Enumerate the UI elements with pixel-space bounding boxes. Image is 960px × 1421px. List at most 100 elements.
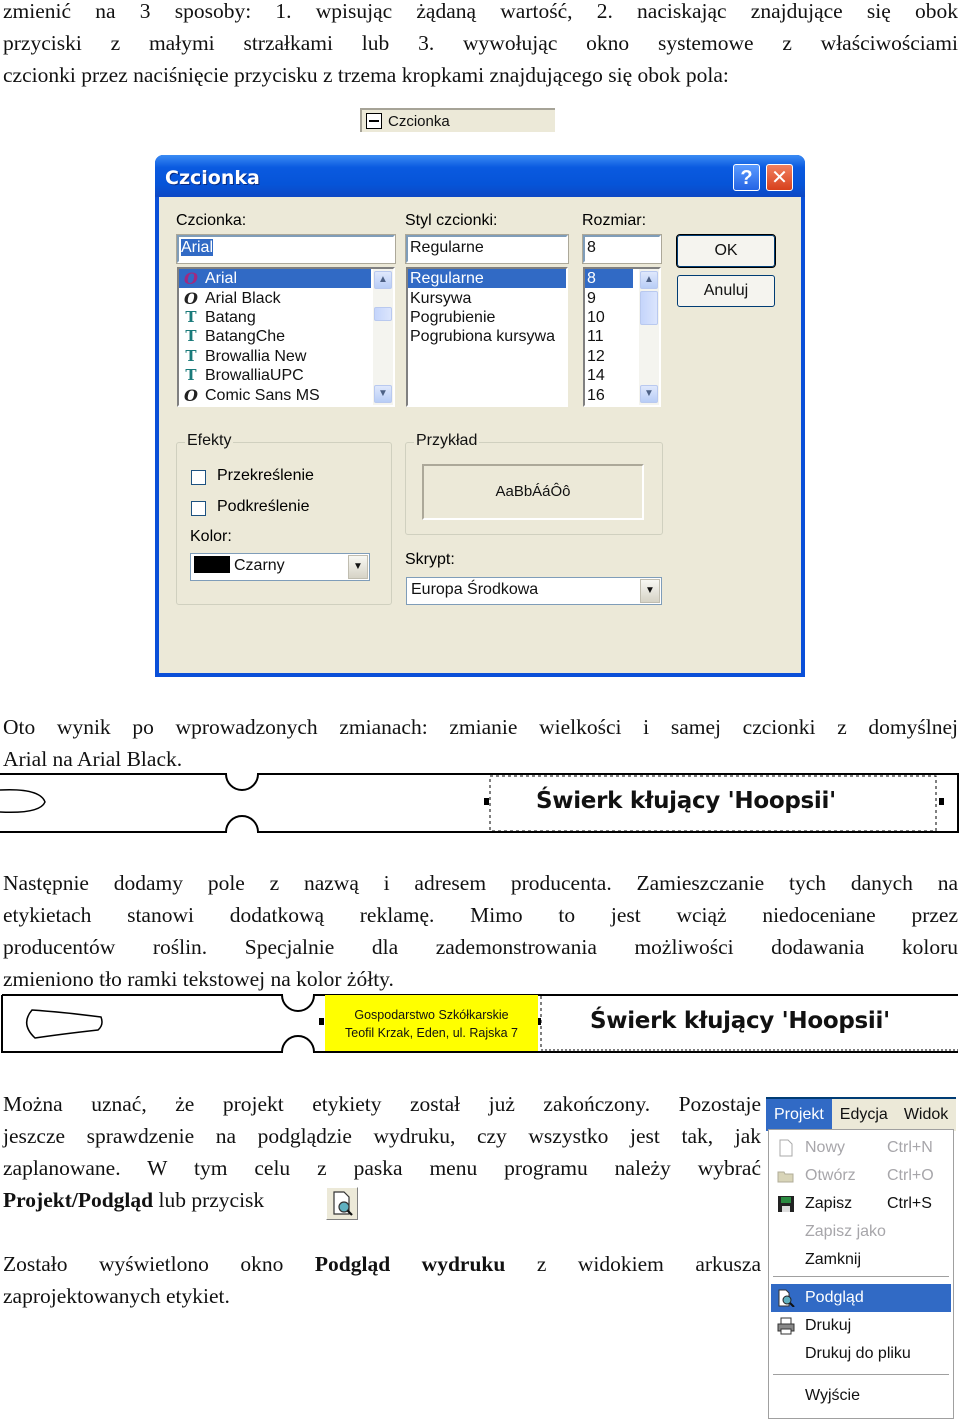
size-input[interactable]: 8 bbox=[582, 234, 662, 264]
scroll-down-icon[interactable]: ▼ bbox=[374, 385, 392, 403]
scroll-down-icon[interactable]: ▼ bbox=[640, 385, 658, 403]
menu-edycja[interactable]: Edycja bbox=[832, 1099, 896, 1131]
label-headline: Świerk kłujący 'Hoopsii' bbox=[590, 1008, 890, 1034]
text-line: Można uznać, że projekt etykiety został … bbox=[3, 1092, 761, 1116]
menu-dropdown: Nowy Ctrl+N Otwórz Ctrl+O Zapisz Ctrl+S Zapisz… bbox=[768, 1129, 954, 1419]
menu-item-label: Drukuj bbox=[805, 1317, 852, 1334]
producer-line-2: Teofil Krzak, Eden, ul. Rajska 7 bbox=[345, 1026, 518, 1040]
truetype-font-icon: T bbox=[185, 307, 197, 326]
menu-item-wyjście[interactable]: Wyjście bbox=[771, 1382, 951, 1410]
style-input[interactable]: Regularne bbox=[405, 234, 569, 264]
font-label: Czcionka: bbox=[176, 212, 247, 229]
font-input-value: Arial bbox=[181, 239, 214, 256]
menu-item-zapisz[interactable]: Zapisz Ctrl+S bbox=[771, 1190, 951, 1218]
producer-textbox: Gospodarstwo Szkółkarskie Teofil Krzak, … bbox=[325, 995, 538, 1051]
underline-checkbox[interactable] bbox=[191, 501, 206, 516]
menu-item-label: Drukuj do pliku bbox=[805, 1345, 911, 1362]
font-input[interactable]: Arial bbox=[176, 234, 396, 264]
menu-item-label: Zamknij bbox=[805, 1251, 862, 1268]
size-label: Rozmiar: bbox=[582, 212, 647, 229]
sample-preview: AaBbÁáÔô bbox=[422, 464, 644, 520]
size-list-scrollbar[interactable]: ▲ ▼ bbox=[639, 269, 659, 405]
underline-label: Podkreślenie bbox=[217, 498, 310, 515]
label-headline: Świerk kłujący 'Hoopsii' bbox=[536, 788, 836, 814]
font-group-header[interactable]: Czcionka bbox=[360, 108, 555, 132]
ok-button[interactable]: OK bbox=[676, 234, 776, 268]
style-list-item[interactable]: Kursywa bbox=[408, 288, 566, 307]
text-line: przyciski z małymi strzałkami lub 3. wyw… bbox=[3, 31, 958, 55]
text-line: Oto wynik po wprowadzonych zmianach: zmi… bbox=[3, 715, 958, 739]
finish-paragraph: Można uznać, że projekt etykiety został … bbox=[3, 1088, 761, 1216]
dialog-body: Czcionka: Arial O Arial O Arial Black T Batan… bbox=[159, 197, 801, 673]
size-list-item[interactable]: 16 bbox=[585, 385, 633, 404]
script-select[interactable]: Europa Środkowa ▼ bbox=[406, 577, 662, 605]
chevron-down-icon[interactable]: ▼ bbox=[348, 555, 368, 579]
cancel-button[interactable]: Anuluj bbox=[677, 275, 775, 307]
chevron-down-icon[interactable]: ▼ bbox=[640, 579, 660, 603]
label-strip-with-producer: Gospodarstwo Szkółkarskie Teofil Krzak, … bbox=[0, 992, 960, 1056]
dialog-titlebar[interactable]: Czcionka ? ✕ bbox=[155, 155, 805, 197]
menu-projekt[interactable]: Projekt bbox=[766, 1099, 832, 1131]
strikeout-label: Przekreślenie bbox=[217, 467, 314, 484]
font-name: BrowalliaUPC bbox=[205, 367, 304, 385]
font-list-item[interactable]: T Browallia New bbox=[179, 347, 371, 366]
collapse-minus-icon[interactable] bbox=[366, 113, 382, 129]
font-list-scrollbar[interactable]: ▲ ▼ bbox=[373, 269, 393, 405]
menu-item-label: Zapisz jako bbox=[805, 1223, 886, 1240]
menu-separator bbox=[773, 1374, 949, 1375]
size-list-item[interactable]: 10 bbox=[585, 308, 633, 327]
menu-item-zamknij[interactable]: Zamknij bbox=[771, 1246, 951, 1274]
color-label: Kolor: bbox=[190, 528, 232, 545]
scroll-thumb[interactable] bbox=[640, 291, 658, 325]
font-list-item[interactable]: T Batang bbox=[179, 308, 371, 327]
menu-item-drukuj-do-pliku[interactable]: Drukuj do pliku bbox=[771, 1340, 951, 1368]
font-list-item[interactable]: O Comic Sans MS bbox=[179, 385, 371, 405]
menu-item-label: Podgląd bbox=[805, 1289, 864, 1306]
menu-widok[interactable]: Widok bbox=[896, 1099, 956, 1131]
print-preview-icon bbox=[333, 1191, 353, 1216]
text-line: zmieniono tło ramki tekstowej na kolor ż… bbox=[3, 967, 394, 991]
font-list[interactable]: O Arial O Arial Black T Batang T BatangChe T Brow… bbox=[177, 267, 395, 407]
menu-item-zapisz-jako[interactable]: Zapisz jako bbox=[771, 1218, 951, 1246]
truetype-font-icon: T bbox=[185, 366, 197, 385]
print-preview-icon bbox=[778, 1289, 795, 1307]
font-list-item[interactable]: O Arial Black bbox=[179, 288, 371, 308]
color-select[interactable]: Czarny ▼ bbox=[190, 553, 370, 581]
intro-paragraph: zmienić na 3 sposoby: 1. wpisując żądaną… bbox=[3, 0, 958, 91]
menu-item-label: Otwórz bbox=[805, 1167, 856, 1184]
close-button[interactable]: ✕ bbox=[766, 164, 793, 191]
help-button[interactable]: ? bbox=[733, 164, 760, 191]
menu-item-otwórz[interactable]: Otwórz Ctrl+O bbox=[771, 1162, 951, 1190]
strikeout-checkbox[interactable] bbox=[191, 470, 206, 485]
size-list[interactable]: 8 9 10 11 12 14 16 ▲ ▼ bbox=[583, 267, 661, 407]
font-list-item[interactable]: T BrowalliaUPC bbox=[179, 366, 371, 385]
menu-item-shortcut: Ctrl+N bbox=[887, 1139, 933, 1156]
style-list[interactable]: Regularne Kursywa Pogrubienie Pogrubiona ku… bbox=[406, 267, 568, 407]
size-list-item[interactable]: 9 bbox=[585, 288, 633, 307]
opentype-font-icon: O bbox=[184, 269, 198, 289]
menu-item-drukuj[interactable]: Drukuj bbox=[771, 1312, 951, 1340]
size-list-item[interactable]: 12 bbox=[585, 347, 633, 366]
scroll-up-icon[interactable]: ▲ bbox=[640, 271, 658, 289]
font-name: Batang bbox=[205, 308, 256, 326]
size-list-item[interactable]: 8 bbox=[585, 269, 633, 289]
size-list-item[interactable]: 14 bbox=[585, 366, 633, 385]
font-list-item[interactable]: T BatangChe bbox=[179, 327, 371, 346]
print-preview-button[interactable] bbox=[326, 1187, 358, 1220]
window-name-bold: Podgląd wydruku bbox=[314, 1252, 506, 1276]
menu-item-shortcut: Ctrl+O bbox=[887, 1167, 934, 1184]
menu-item-podgląd[interactable]: Podgląd bbox=[771, 1284, 951, 1312]
text-line: Następnie dodamy pole z nazwą i adresem … bbox=[3, 871, 958, 895]
scroll-up-icon[interactable]: ▲ bbox=[374, 271, 392, 289]
opentype-font-icon: O bbox=[184, 288, 198, 308]
style-list-item[interactable]: Pogrubiona kursywa bbox=[408, 327, 566, 346]
text-line: Projekt/Podgląd lub przycisk bbox=[3, 1184, 761, 1216]
style-list-item[interactable]: Pogrubienie bbox=[408, 308, 566, 327]
font-name: Comic Sans MS bbox=[205, 386, 320, 404]
style-list-item[interactable]: Regularne bbox=[408, 269, 566, 289]
scroll-thumb[interactable] bbox=[374, 307, 392, 321]
font-dialog: Czcionka ? ✕ Czcionka: Arial O Arial O Aria… bbox=[155, 155, 805, 677]
size-list-item[interactable]: 11 bbox=[585, 327, 633, 346]
menu-item-nowy[interactable]: Nowy Ctrl+N bbox=[771, 1134, 951, 1162]
font-list-item[interactable]: O Arial bbox=[179, 269, 371, 289]
